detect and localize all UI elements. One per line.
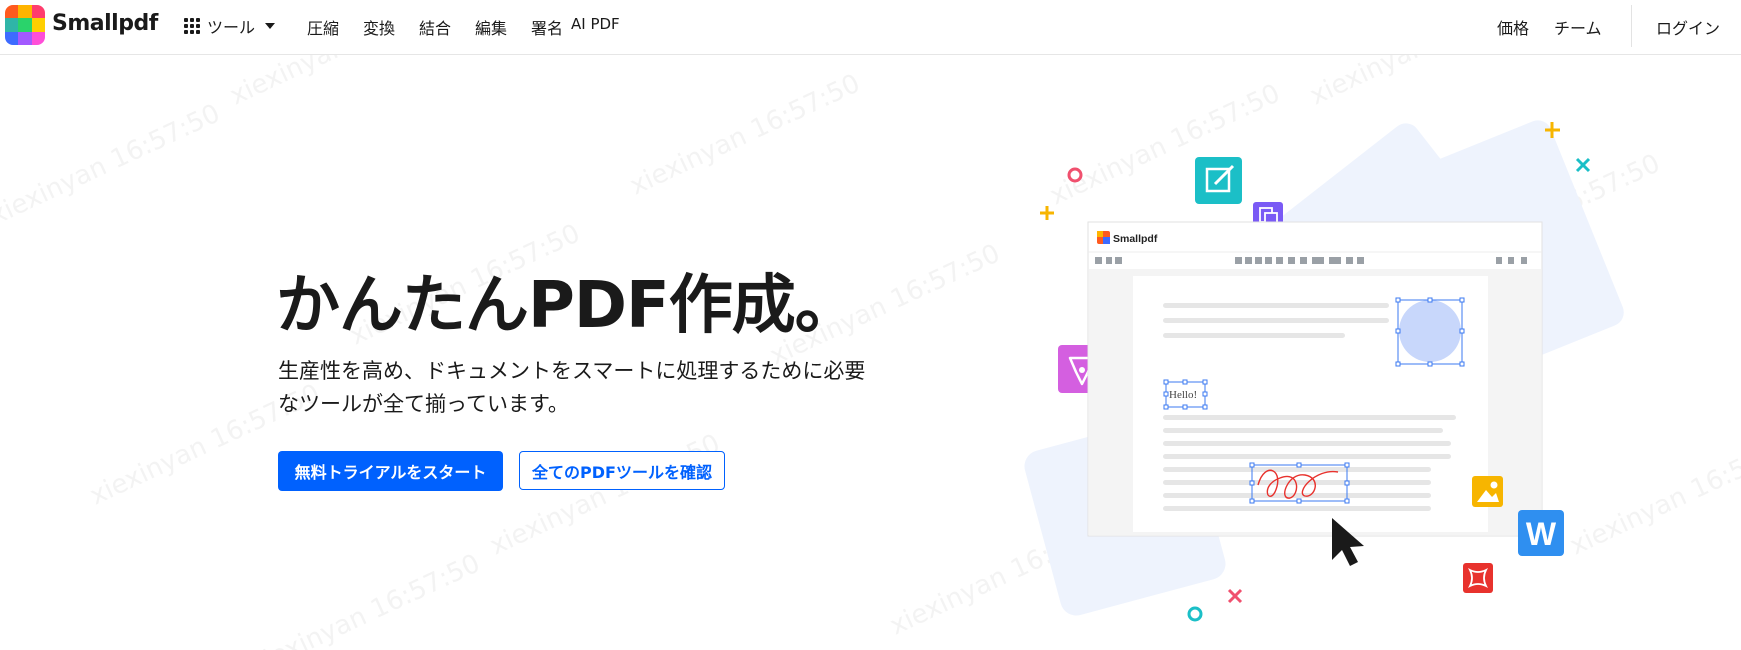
ring-decoration-icon <box>1187 606 1203 622</box>
smallpdf-logo-icon[interactable] <box>5 5 45 45</box>
hero-subtitle: 生産性を高め、ドキュメントをスマートに処理するために必要 なツールが全て揃ってい… <box>278 355 918 421</box>
watermark-text: xiexinyan 16:57:50 <box>485 428 725 562</box>
tools-menu-button[interactable]: ツール <box>184 12 276 40</box>
watermark-text: xiexinyan 16:57:50 <box>245 548 485 650</box>
hero-subtitle-line: なツールが全て揃っています。 <box>278 392 569 416</box>
hero-title: かんたんPDF作成。 <box>276 269 859 343</box>
nav-compress[interactable]: 圧縮 <box>307 15 363 39</box>
app-grid-icon <box>184 18 200 34</box>
start-free-trial-button[interactable]: 無料トライアルをスタート <box>278 451 503 491</box>
watermark-text: xiexinyan 16:57:50 <box>625 68 865 202</box>
chevron-down-icon <box>265 23 276 29</box>
word-tile-letter: W <box>1526 516 1557 552</box>
ring-decoration-icon <box>1067 167 1083 183</box>
image-placeholder-shape <box>1399 300 1461 362</box>
nav-convert[interactable]: 変換 <box>363 15 419 39</box>
hero-illustration: Smallpdf Hello! W <box>1024 120 1624 622</box>
nav-edit[interactable]: 編集 <box>475 15 531 39</box>
sparkle-decoration-icon <box>1227 588 1243 604</box>
crop-tool-tile-icon <box>1463 563 1493 593</box>
nav-sign[interactable]: 署名 <box>531 15 571 39</box>
hero-subtitle-line: 生産性を高め、ドキュメントをスマートに処理するために必要 <box>278 359 866 383</box>
hello-text: Hello! <box>1169 389 1197 401</box>
header-divider <box>1631 5 1632 47</box>
main-nav: 圧縮 変換 結合 編集 署名 AI PDF <box>307 15 620 39</box>
edit-pdf-tile-icon <box>1195 157 1242 204</box>
nav-team[interactable]: チーム <box>1554 15 1602 39</box>
view-all-tools-button[interactable]: 全てのPDFツールを確認 <box>519 451 725 490</box>
plus-decoration-icon <box>1040 206 1054 220</box>
tools-menu-label: ツール <box>207 18 256 37</box>
window-brand-label: Smallpdf <box>1113 233 1158 245</box>
login-link[interactable]: ログイン <box>1656 15 1720 39</box>
image-tool-tile-icon <box>1472 476 1503 507</box>
brand-name[interactable]: Smallpdf <box>52 11 158 36</box>
watermark-text: xiexinyan 16:57:50 <box>0 98 225 232</box>
nav-merge[interactable]: 結合 <box>419 15 475 39</box>
sparkle-decoration-icon <box>1575 157 1591 173</box>
top-navigation-bar: Smallpdf ツール 圧縮 変換 結合 編集 署名 AI PDF 価格 チー… <box>0 0 1741 55</box>
nav-ai-pdf[interactable]: AI PDF <box>571 15 620 39</box>
word-tile-icon: W <box>1518 510 1564 556</box>
nav-pricing[interactable]: 価格 <box>1497 15 1529 39</box>
